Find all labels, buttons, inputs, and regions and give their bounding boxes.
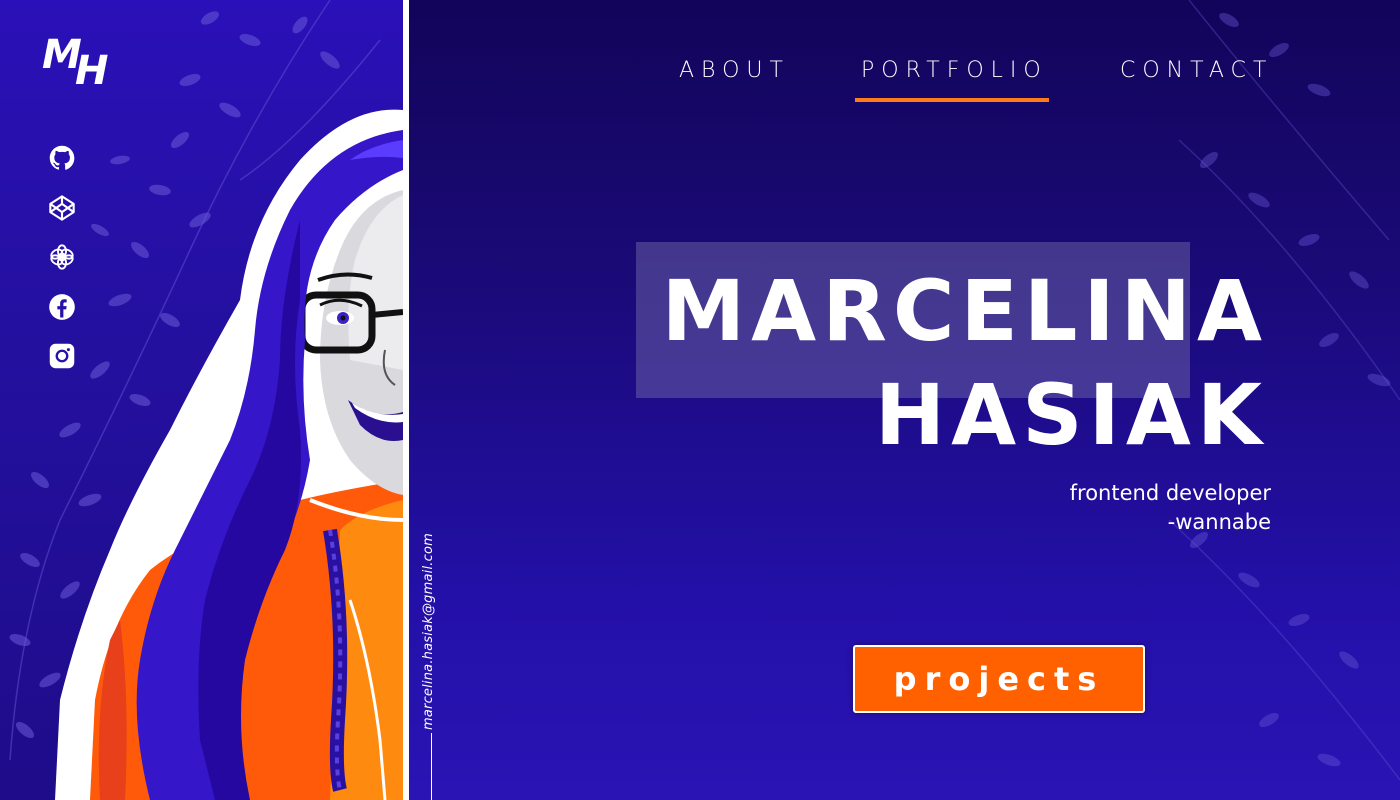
nav-portfolio[interactable]: PORTFOLIO [861, 58, 1048, 83]
hero-last-name: HASIAK [874, 366, 1268, 464]
email-link[interactable]: marcelina.hasiak@gmail.com [421, 533, 436, 730]
projects-button[interactable]: projects [853, 645, 1145, 713]
hero-subtitle-line2: -wannabe [1167, 510, 1271, 534]
nav-active-underline [855, 98, 1049, 102]
logo[interactable]: M H [42, 32, 132, 96]
email-line [431, 733, 432, 800]
hero-first-name: MARCELINA [661, 262, 1268, 360]
logo-m: M [42, 32, 82, 78]
logo-h: H [75, 48, 109, 94]
sidebar-panel: M H [0, 0, 403, 800]
portrait-illustration [55, 109, 403, 800]
nav-contact[interactable]: CONTACT [1120, 58, 1273, 83]
hero-subtitle-line1: frontend developer [1069, 481, 1271, 505]
nav-about[interactable]: ABOUT [679, 58, 790, 83]
